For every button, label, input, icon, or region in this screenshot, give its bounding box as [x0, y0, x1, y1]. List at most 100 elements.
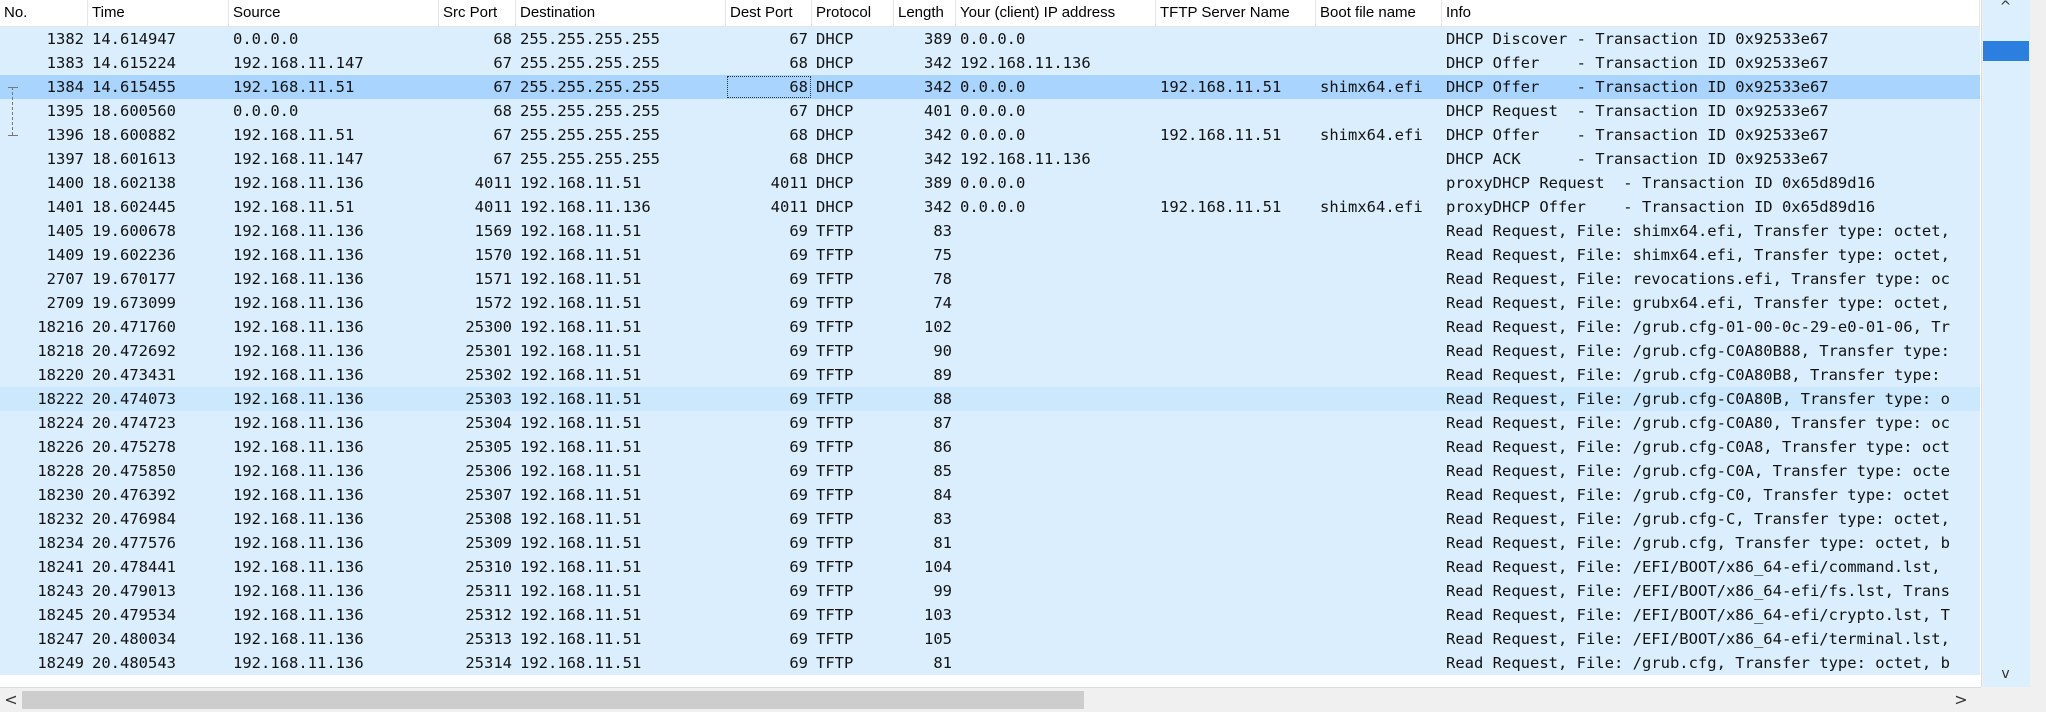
cell-info: DHCP Offer - Transaction ID 0x92533e67: [1446, 78, 1829, 96]
horizontal-scrollbar[interactable]: < >: [0, 687, 1981, 712]
packet-row[interactable]: 2709 19.673099 192.168.11.136 1572 192.168.1…: [0, 291, 1980, 315]
column-header-length[interactable]: Length: [894, 0, 956, 26]
cell-client-ip: [956, 339, 1156, 363]
packet-row[interactable]: 18228 20.475850 192.168.11.136 25306 192.168…: [0, 459, 1980, 483]
cell-time: 20.480034: [92, 630, 176, 648]
cell-destination: 192.168.11.51: [520, 654, 642, 672]
cell-protocol: TFTP: [816, 558, 854, 576]
cell-client-ip: 0.0.0.0: [960, 198, 1026, 216]
packet-row[interactable]: 1383 14.615224 192.168.11.147 67 255.255.255…: [0, 51, 1980, 75]
packet-row[interactable]: 1405 19.600678 192.168.11.136 1569 192.168.1…: [0, 219, 1980, 243]
scroll-up-arrow-icon[interactable]: ^: [1982, 0, 2029, 18]
selected-packet-marker: [1983, 41, 2029, 61]
packet-row[interactable]: 18224 20.474723 192.168.11.136 25304 192.168…: [0, 411, 1980, 435]
horizontal-scroll-thumb[interactable]: [22, 691, 1084, 709]
scroll-left-arrow-icon[interactable]: <: [0, 688, 22, 712]
column-header-no[interactable]: No.: [0, 0, 88, 26]
packet-row[interactable]: 18222 20.474073 192.168.11.136 25303 192.168…: [0, 387, 1980, 411]
cell-info: DHCP Request - Transaction ID 0x92533e67: [1446, 102, 1829, 120]
packet-row[interactable]: 18234 20.477576 192.168.11.136 25309 192.168…: [0, 531, 1980, 555]
cell-tftp-server: [1156, 435, 1316, 459]
cell-time: 19.602236: [92, 246, 176, 264]
packet-row[interactable]: 18218 20.472692 192.168.11.136 25301 192.168…: [0, 339, 1980, 363]
cell-destination: 192.168.11.51: [520, 582, 642, 600]
packet-row[interactable]: 18243 20.479013 192.168.11.136 25311 192.168…: [0, 579, 1980, 603]
cell-info: Read Request, File: grubx64.efi, Transfe…: [1446, 294, 1950, 312]
cell-dest-port: 69: [789, 414, 808, 432]
column-header-tftp-server[interactable]: TFTP Server Name: [1156, 0, 1316, 26]
cell-time: 14.615455: [92, 78, 176, 96]
packet-row[interactable]: 18230 20.476392 192.168.11.136 25307 192.168…: [0, 483, 1980, 507]
scroll-down-arrow-icon[interactable]: v: [1982, 663, 2029, 685]
cell-protocol: DHCP: [816, 174, 854, 192]
cell-source: 192.168.11.136: [233, 390, 364, 408]
minimap-scrollbar-track[interactable]: [1983, 0, 2030, 687]
column-header-destination[interactable]: Destination: [516, 0, 726, 26]
cell-source: 192.168.11.136: [233, 222, 364, 240]
packet-row[interactable]: 2707 19.670177 192.168.11.136 1571 192.168.1…: [0, 267, 1980, 291]
cell-length: 75: [933, 246, 952, 264]
cell-tftp-server: [1156, 411, 1316, 435]
cell-no: 2709: [46, 294, 84, 312]
packet-row[interactable]: 18232 20.476984 192.168.11.136 25308 192.168…: [0, 507, 1980, 531]
cell-no: 18234: [37, 534, 84, 552]
vertical-scrollbar[interactable]: ^ v: [1981, 0, 2046, 687]
packet-row[interactable]: 1395 18.600560 0.0.0.0 68 255.255.255.255 67 D…: [0, 99, 1980, 123]
cell-tftp-server: [1156, 531, 1316, 555]
scrollbar-corner: [1981, 687, 2046, 712]
column-header-dest-port[interactable]: Dest Port: [726, 0, 812, 26]
cell-protocol: TFTP: [816, 390, 854, 408]
cell-destination: 192.168.11.51: [520, 534, 642, 552]
column-header-protocol[interactable]: Protocol: [812, 0, 894, 26]
column-header-source[interactable]: Source: [229, 0, 439, 26]
cell-source: 192.168.11.136: [233, 414, 364, 432]
column-header-src-port[interactable]: Src Port: [439, 0, 516, 26]
packet-row[interactable]: 1401 18.602445 192.168.11.51 4011 192.168.11…: [0, 195, 1980, 219]
cell-dest-port: 69: [789, 246, 808, 264]
cell-no: 18218: [37, 342, 84, 360]
cell-tftp-server: [1156, 219, 1316, 243]
cell-source: 192.168.11.51: [233, 198, 355, 216]
packet-row[interactable]: 18247 20.480034 192.168.11.136 25313 192.168…: [0, 627, 1980, 651]
cell-protocol: TFTP: [816, 342, 854, 360]
cell-client-ip: [956, 363, 1156, 387]
packet-row[interactable]: 18245 20.479534 192.168.11.136 25312 192.168…: [0, 603, 1980, 627]
packet-row[interactable]: 18226 20.475278 192.168.11.136 25305 192.168…: [0, 435, 1980, 459]
cell-client-ip: [956, 651, 1156, 675]
packet-row[interactable]: 18216 20.471760 192.168.11.136 25300 192.168…: [0, 315, 1980, 339]
cell-length: 342: [924, 54, 952, 72]
cell-info: Read Request, File: /EFI/BOOT/x86_64-efi…: [1446, 630, 1950, 648]
column-header-client-ip[interactable]: Your (client) IP address: [956, 0, 1156, 26]
cell-src-port: 1572: [474, 294, 512, 312]
packet-list[interactable]: 1382 14.614947 0.0.0.0 68 255.255.255.255 67 D…: [0, 27, 1980, 687]
packet-row[interactable]: 1396 18.600882 192.168.11.51 67 255.255.255.…: [0, 123, 1980, 147]
cell-boot-file: [1316, 651, 1442, 675]
cell-dest-port: 69: [789, 342, 808, 360]
column-header-boot-file[interactable]: Boot file name: [1316, 0, 1442, 26]
cell-protocol: TFTP: [816, 222, 854, 240]
cell-boot-file: [1316, 339, 1442, 363]
column-header-info[interactable]: Info: [1442, 0, 1980, 26]
packet-row[interactable]: 18241 20.478441 192.168.11.136 25310 192.168…: [0, 555, 1980, 579]
cell-protocol: DHCP: [816, 78, 854, 96]
cell-boot-file: [1316, 219, 1442, 243]
scroll-right-arrow-icon[interactable]: >: [1950, 688, 1972, 712]
cell-destination: 192.168.11.51: [520, 294, 642, 312]
cell-time: 20.475278: [92, 438, 176, 456]
packet-row[interactable]: 18249 20.480543 192.168.11.136 25314 192.168…: [0, 651, 1980, 675]
packet-row[interactable]: 18220 20.473431 192.168.11.136 25302 192.168…: [0, 363, 1980, 387]
cell-dest-port: 69: [789, 486, 808, 504]
cell-info: Read Request, File: /grub.cfg-C0A80B, Tr…: [1446, 390, 1950, 408]
packet-row[interactable]: 1409 19.602236 192.168.11.136 1570 192.168.1…: [0, 243, 1980, 267]
cell-src-port: 67: [493, 54, 512, 72]
packet-row[interactable]: 1397 18.601613 192.168.11.147 67 255.255.255…: [0, 147, 1980, 171]
packet-row[interactable]: 1384 14.615455 192.168.11.51 67 255.255.255.…: [0, 75, 1980, 99]
packet-row[interactable]: 1382 14.614947 0.0.0.0 68 255.255.255.255 67 D…: [0, 27, 1980, 51]
conversation-tree-tick: [8, 135, 18, 136]
cell-info: Read Request, File: /grub.cfg-C0A, Trans…: [1446, 462, 1950, 480]
cell-protocol: TFTP: [816, 414, 854, 432]
column-header-time[interactable]: Time: [88, 0, 229, 26]
cell-dest-port: 69: [789, 222, 808, 240]
packet-row[interactable]: 1400 18.602138 192.168.11.136 4011 192.168.1…: [0, 171, 1980, 195]
cell-protocol: DHCP: [816, 198, 854, 216]
